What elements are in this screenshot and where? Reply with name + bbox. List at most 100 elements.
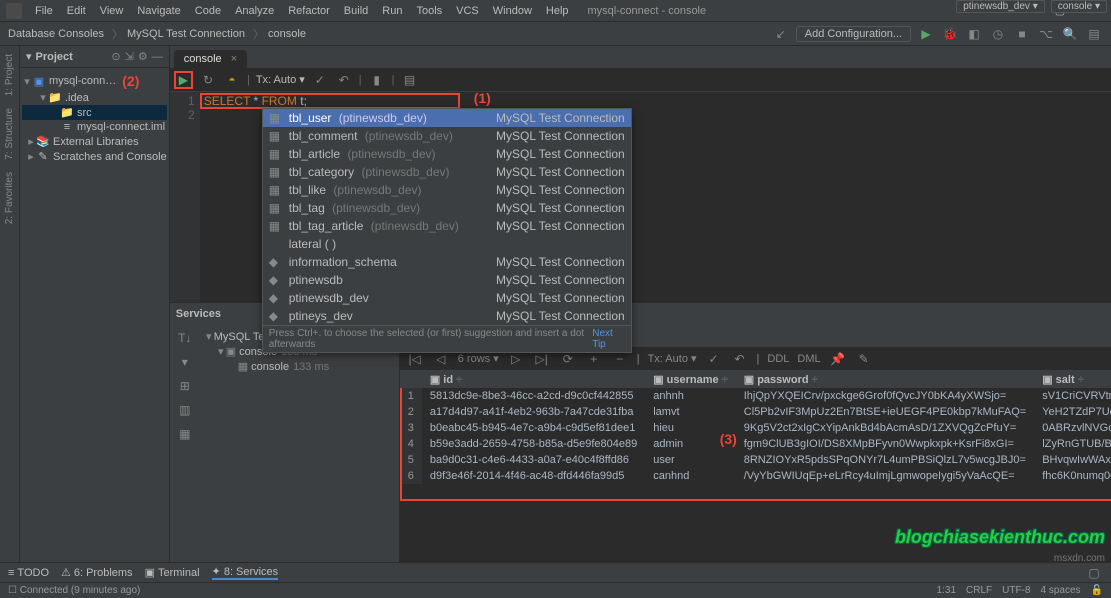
project-tree-item[interactable]: ▸✎Scratches and Console [22, 149, 167, 164]
pin-icon[interactable]: 📌 [829, 350, 847, 368]
autocomplete-item[interactable]: lateral ( ) [263, 235, 631, 253]
table-cell[interactable]: b59e3add-2659-4758-b85a-d5e9fe804e89 [422, 436, 645, 452]
menu-edit[interactable]: Edit [62, 3, 91, 19]
breadcrumb-item[interactable]: MySQL Test Connection [127, 28, 245, 40]
vcs-icon[interactable]: ⌥ [1037, 25, 1055, 43]
table-cell[interactable]: user [645, 452, 736, 468]
column-header[interactable]: ▣ id ÷ [422, 371, 645, 388]
table-row[interactable]: 3b0eabc45-b945-4e7c-a9b4-c9d5ef81dee1hie… [400, 420, 1111, 436]
menu-run[interactable]: Run [377, 3, 407, 19]
stop-icon[interactable]: ■ [1013, 25, 1031, 43]
rollback-icon2[interactable]: ↶ [731, 350, 749, 368]
column-header[interactable]: ▣ username ÷ [645, 371, 736, 388]
menu-refactor[interactable]: Refactor [283, 3, 335, 19]
schema-dropdown[interactable]: ptinewsdb_dev ▾ [956, 0, 1045, 13]
table-cell[interactable]: 5813dc9e-8be3-46cc-a2cd-d9c0cf442855 [422, 388, 645, 404]
autocomplete-item[interactable]: ▦tbl_like (ptinewsdb_dev)MySQL Test Conn… [263, 181, 631, 199]
lock-icon[interactable]: 🔓 [1091, 585, 1103, 596]
history-icon[interactable]: ↻ [199, 71, 217, 89]
tab-todo[interactable]: ≡ TODO [8, 567, 49, 579]
hierarchy-icon[interactable]: ▤ [1085, 25, 1103, 43]
menu-vcs[interactable]: VCS [451, 3, 484, 19]
breadcrumb-item[interactable]: console [268, 28, 306, 40]
table-cell[interactable]: 8RNZIOYxR5pdsSPqONYr7L4umPBSiQlzL7v5wcgJ… [736, 452, 1034, 468]
editor-tab-console[interactable]: console × [174, 50, 247, 68]
autocomplete-item[interactable]: ◆ptinewsdb_dev MySQL Test Connection [263, 289, 631, 307]
grid-icon[interactable]: ▦ [176, 425, 194, 443]
row-count[interactable]: 6 rows ▾ [458, 352, 499, 365]
view-icon[interactable]: ▤ [400, 71, 418, 89]
tab-services[interactable]: ✦ 8: Services [212, 565, 279, 580]
hide-icon[interactable]: — [152, 51, 163, 63]
project-root[interactable]: ▾▣mysql-conn… (2) [22, 72, 167, 90]
profile-icon[interactable]: ◷ [989, 25, 1007, 43]
run-icon[interactable]: ▶ [917, 25, 935, 43]
services-tree-item[interactable]: ▦console133 ms [204, 359, 395, 374]
toolstrip-project[interactable]: 1: Project [4, 54, 15, 96]
result-table[interactable]: ▣ id ÷▣ username ÷▣ password ÷▣ salt ÷▣ … [400, 371, 1111, 484]
execute-button[interactable]: ▶ [174, 71, 193, 89]
rerun-icon[interactable]: T↓ [176, 329, 194, 347]
run-config-dropdown[interactable]: Add Configuration... [796, 26, 911, 42]
ddl-button[interactable]: DDL [767, 353, 789, 365]
table-cell[interactable]: /VyYbGWIUqEp+eLrRcy4uImjLgmwopeIygi5yVaA… [736, 468, 1034, 484]
table-cell[interactable]: anhnh [645, 388, 736, 404]
menu-build[interactable]: Build [339, 3, 373, 19]
project-tree-item[interactable]: ▸📚External Libraries [22, 134, 167, 149]
autocomplete-item[interactable]: ◆ptinewsdb MySQL Test Connection [263, 271, 631, 289]
menu-window[interactable]: Window [488, 3, 537, 19]
autocomplete-item[interactable]: ▦tbl_tag (ptinewsdb_dev)MySQL Test Conne… [263, 199, 631, 217]
autocomplete-item[interactable]: ▦tbl_article (ptinewsdb_dev)MySQL Test C… [263, 145, 631, 163]
tab-problems[interactable]: ⚠ 6: Problems [61, 566, 133, 579]
settings-icon[interactable]: ⚙ [138, 50, 148, 63]
table-cell[interactable]: Cl5Pb2vIF3MpUz2En7BtSE+ieUEGF4PE0kbp7kMu… [736, 404, 1034, 420]
menu-analyze[interactable]: Analyze [230, 3, 279, 19]
menu-help[interactable]: Help [541, 3, 574, 19]
tx-mode-dropdown[interactable]: Tx: Auto ▾ [256, 73, 305, 86]
cancel-query-icon[interactable]: ▮ [368, 71, 386, 89]
coverage-icon[interactable]: ◧ [965, 25, 983, 43]
tab-terminal[interactable]: ▣ Terminal [145, 566, 200, 579]
table-cell[interactable]: BHvqwIwWAxJERPPhuWEvGw== [1034, 452, 1111, 468]
editor-code[interactable]: SELECT * FROM t; (1) ▦tbl_user (ptinewsd… [200, 92, 1111, 302]
table-cell[interactable]: lZyRnGTUB/B27jneWswlfg== [1034, 436, 1111, 452]
autocomplete-item[interactable]: ▦tbl_category (ptinewsdb_dev)MySQL Test … [263, 163, 631, 181]
dml-button[interactable]: DML [797, 353, 820, 365]
encoding[interactable]: UTF-8 [1002, 585, 1030, 596]
table-row[interactable]: 6d9f3e46f-2014-4f46-ac48-dfd446fa99d5can… [400, 468, 1111, 484]
project-tree-item[interactable]: ≡mysql-connect.iml [22, 120, 167, 134]
table-cell[interactable]: YeH2TZdP7UqJbzl1olov3g== [1034, 404, 1111, 420]
autocomplete-item[interactable]: ◆information_schema MySQL Test Connectio… [263, 253, 631, 271]
build-icon[interactable]: ↙ [772, 25, 790, 43]
search-icon[interactable]: 🔍 [1061, 25, 1079, 43]
toolstrip-structure[interactable]: 7: Structure [4, 108, 15, 160]
table-cell[interactable]: fhc6K0numq00gHhFBlqGog== [1034, 468, 1111, 484]
autocomplete-item[interactable]: ▦tbl_tag_article (ptinewsdb_dev)MySQL Te… [263, 217, 631, 235]
next-tip-link[interactable]: Next Tip [592, 328, 625, 350]
menu-navigate[interactable]: Navigate [132, 3, 185, 19]
table-cell[interactable]: b0eabc45-b945-4e7c-a9b4-c9d5ef81dee1 [422, 420, 645, 436]
table-cell[interactable]: IhjQpYXQEICrv/pxckge6Grof0fQvcJY0bKA4yXW… [736, 388, 1034, 404]
explain-icon[interactable]: ◓ [223, 71, 241, 89]
menu-file[interactable]: File [30, 3, 58, 19]
breadcrumb-item[interactable]: Database Consoles [8, 28, 104, 40]
autocomplete-item[interactable]: ▦tbl_comment (ptinewsdb_dev)MySQL Test C… [263, 127, 631, 145]
table-cell[interactable]: d9f3e46f-2014-4f46-ac48-dfd446fa99d5 [422, 468, 645, 484]
layout-icon[interactable]: ▥ [176, 401, 194, 419]
autocomplete-item[interactable]: ◆ptineys_dev MySQL Test Connection [263, 307, 631, 325]
locate-icon[interactable]: ⊙ [111, 50, 120, 63]
table-row[interactable]: 2a17d4d97-a41f-4eb2-963b-7a47cde31fbalam… [400, 404, 1111, 420]
table-cell[interactable]: ba9d0c31-c4e6-4433-a0a7-e40c4f8ffd86 [422, 452, 645, 468]
sql-editor[interactable]: 12 SELECT * FROM t; (1) ▦tbl_user (ptine… [170, 92, 1111, 302]
collapse-icon[interactable]: ⇲ [125, 50, 134, 63]
autocomplete-item[interactable]: ▦tbl_user (ptinewsdb_dev)MySQL Test Conn… [263, 109, 631, 127]
commit-icon2[interactable]: ✓ [705, 350, 723, 368]
table-cell[interactable]: 9Kg5V2ct2xIgCxYipAnkBd4bAcmAsD/1ZXVQgZcP… [736, 420, 1034, 436]
table-row[interactable]: 4b59e3add-2659-4758-b85a-d5e9fe804e89adm… [400, 436, 1111, 452]
table-row[interactable]: 15813dc9e-8be3-46cc-a2cd-d9c0cf442855anh… [400, 388, 1111, 404]
menu-tools[interactable]: Tools [411, 3, 447, 19]
toolstrip-favorites[interactable]: 2: Favorites [4, 172, 15, 224]
column-header[interactable]: ▣ salt ÷ [1034, 371, 1111, 388]
rollback-icon[interactable]: ↶ [335, 71, 353, 89]
table-cell[interactable]: fgm9ClUB3gIOI/DS8XMpBFyvn0Wwpkxpk+KsrFi8… [736, 436, 1034, 452]
